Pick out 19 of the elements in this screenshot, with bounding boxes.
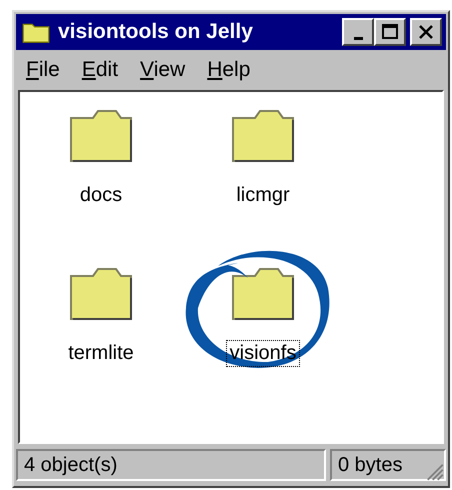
folder-label[interactable]: docs xyxy=(76,182,126,209)
menu-item[interactable]: Edit xyxy=(82,58,118,82)
minimize-icon xyxy=(354,36,362,40)
minimize-button[interactable] xyxy=(342,18,374,46)
close-button[interactable] xyxy=(410,18,442,46)
menu-item[interactable]: Help xyxy=(207,58,250,82)
window-title: visiontools on Jelly xyxy=(58,20,254,44)
menu-item[interactable]: View xyxy=(140,58,186,82)
folder-icon[interactable] xyxy=(69,108,133,164)
status-size: 0 bytes xyxy=(330,449,446,481)
menu-item[interactable]: File xyxy=(26,58,60,82)
maximize-icon xyxy=(380,22,400,42)
folder-label[interactable]: licmgr xyxy=(232,182,294,209)
maximize-button[interactable] xyxy=(374,18,406,46)
folder-icon[interactable] xyxy=(231,266,295,322)
folder-icon[interactable] xyxy=(231,108,295,164)
status-count: 4 object(s) xyxy=(16,449,326,481)
folder-label[interactable]: termlite xyxy=(64,340,138,367)
folder-icon[interactable] xyxy=(69,266,133,322)
